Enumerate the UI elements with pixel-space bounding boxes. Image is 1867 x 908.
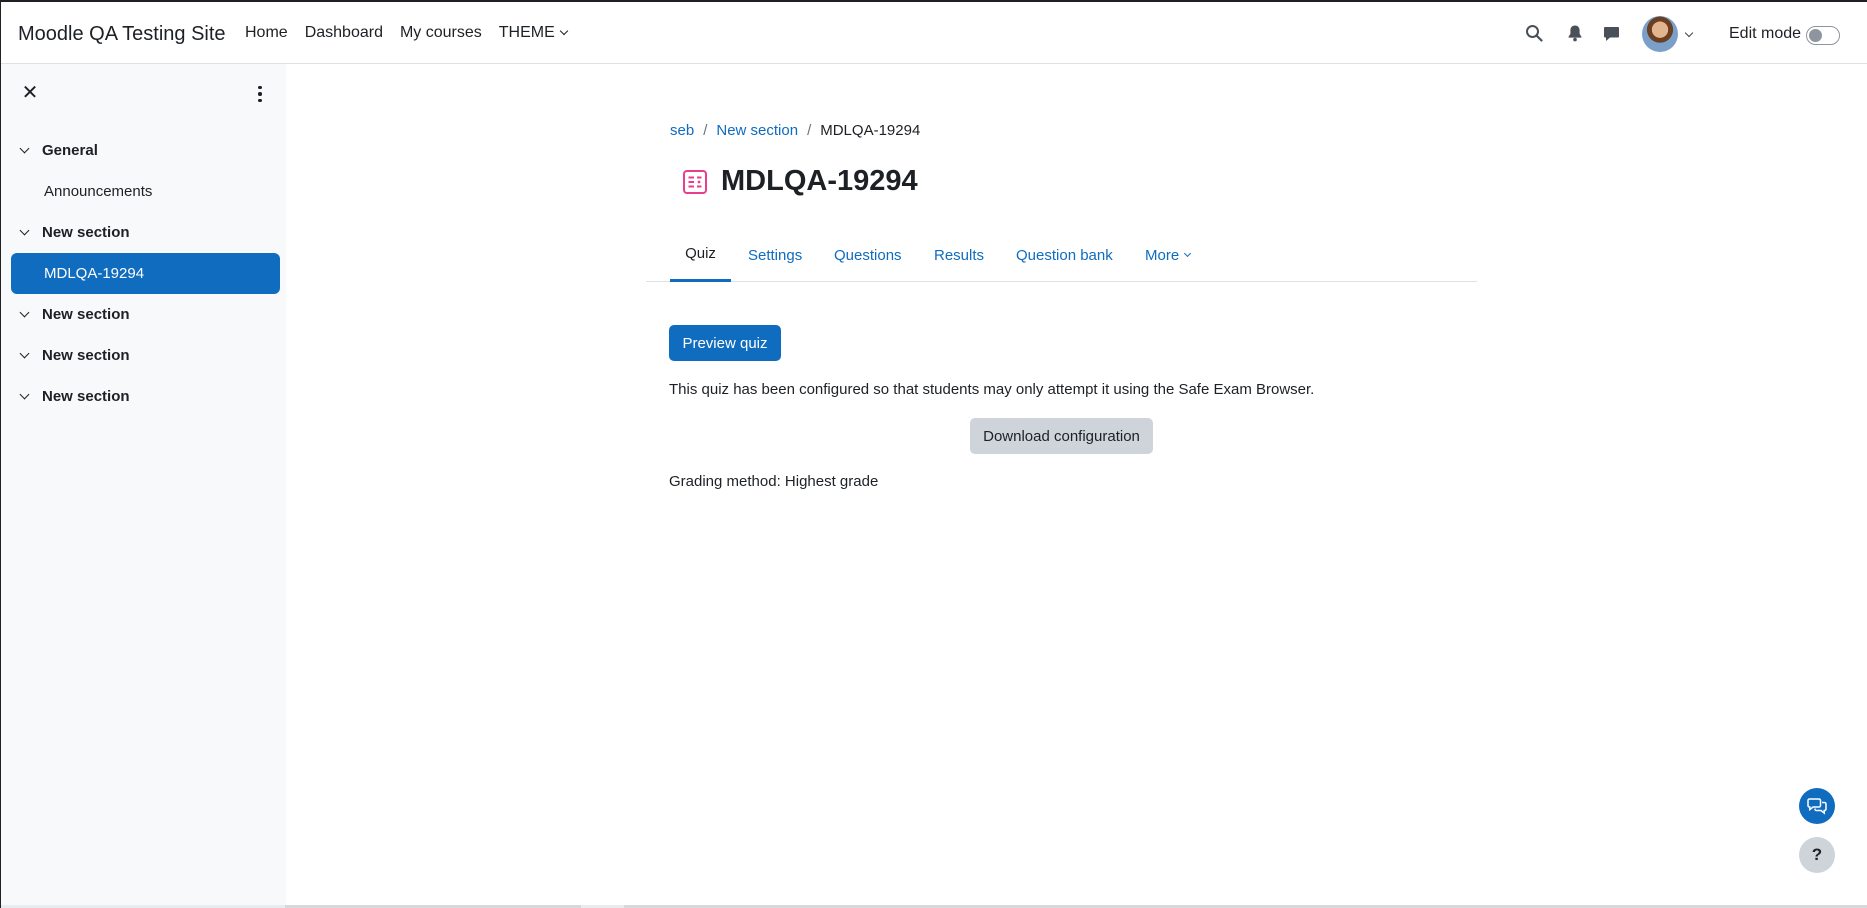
course-index-item-active[interactable]: MDLQA-19294: [11, 253, 280, 294]
edit-mode-toggle[interactable]: [1806, 26, 1840, 45]
course-index-section[interactable]: New section: [1, 212, 286, 253]
seb-notice: This quiz has been configured so that st…: [669, 381, 1315, 398]
course-index-section[interactable]: New section: [1, 335, 286, 376]
chevron-down-icon[interactable]: [19, 348, 30, 359]
section-title[interactable]: New section: [42, 347, 130, 364]
section-title[interactable]: New section: [42, 306, 130, 323]
nav-theme-label: THEME: [498, 24, 555, 41]
breadcrumb-course-link[interactable]: seb: [670, 122, 694, 139]
breadcrumb-separator: /: [807, 122, 812, 139]
course-index: General Announcements New section MDLQA-…: [1, 130, 286, 417]
tab-quiz[interactable]: Quiz: [670, 228, 731, 282]
course-index-section[interactable]: New section: [1, 294, 286, 335]
course-index-item-announcements[interactable]: Announcements: [1, 171, 286, 212]
breadcrumb-separator: /: [703, 122, 708, 139]
preview-quiz-button[interactable]: Preview quiz: [669, 325, 781, 361]
nav-dashboard-link[interactable]: Dashboard: [305, 24, 383, 42]
chevron-down-icon[interactable]: [19, 225, 30, 236]
breadcrumb-section-link[interactable]: New section: [716, 122, 798, 139]
chevron-down-icon: [1184, 249, 1192, 258]
search-icon[interactable]: [1525, 24, 1543, 42]
course-index-section[interactable]: General: [1, 130, 286, 171]
nav-my-courses-link[interactable]: My courses: [400, 24, 482, 42]
messaging-drawer-button[interactable]: [1799, 788, 1835, 824]
section-title[interactable]: New section: [42, 388, 130, 405]
more-options-icon[interactable]: [251, 85, 269, 103]
course-index-drawer: ✕ General Announcements New section MDLQ…: [1, 64, 286, 908]
chevron-down-icon[interactable]: [19, 389, 30, 400]
section-title[interactable]: General: [42, 142, 98, 159]
breadcrumb-current: MDLQA-19294: [820, 122, 921, 139]
chevron-down-icon: [559, 26, 569, 36]
grading-method: Grading method: Highest grade: [669, 473, 879, 490]
top-navbar: Moodle QA Testing Site Home Dashboard My…: [1, 0, 1867, 64]
tab-settings[interactable]: Settings: [748, 228, 802, 282]
nav-home-link[interactable]: Home: [245, 24, 288, 42]
bell-icon[interactable]: [1566, 24, 1584, 42]
quiz-icon: [681, 168, 709, 196]
tab-more[interactable]: More: [1145, 228, 1192, 282]
breadcrumb: seb / New section / MDLQA-19294: [670, 122, 920, 139]
chat-bubbles-icon: [1807, 798, 1827, 815]
page-title: MDLQA-19294: [721, 165, 918, 197]
tab-question-bank[interactable]: Question bank: [1016, 228, 1113, 282]
close-icon[interactable]: ✕: [21, 83, 39, 103]
page-header: MDLQA-19294: [681, 165, 918, 198]
download-configuration-button[interactable]: Download configuration: [970, 418, 1153, 454]
secondary-navigation-tabs: Quiz Settings Questions Results Question…: [646, 228, 1477, 282]
edit-mode-label: Edit mode: [1729, 25, 1802, 42]
tab-results[interactable]: Results: [934, 228, 984, 282]
nav-theme-menu[interactable]: THEME: [498, 24, 569, 42]
chevron-down-icon[interactable]: [1684, 28, 1694, 38]
tab-questions[interactable]: Questions: [834, 228, 902, 282]
user-avatar[interactable]: [1642, 16, 1678, 52]
help-button[interactable]: ?: [1799, 837, 1835, 873]
site-brand[interactable]: Moodle QA Testing Site: [18, 23, 226, 46]
chat-icon[interactable]: [1602, 24, 1620, 42]
tab-more-label: More: [1145, 246, 1180, 264]
course-index-section[interactable]: New section: [1, 376, 286, 417]
chevron-down-icon[interactable]: [19, 307, 30, 318]
section-title[interactable]: New section: [42, 224, 130, 241]
primary-navigation: Home Dashboard My courses THEME: [245, 24, 584, 42]
chevron-down-icon[interactable]: [19, 143, 30, 154]
